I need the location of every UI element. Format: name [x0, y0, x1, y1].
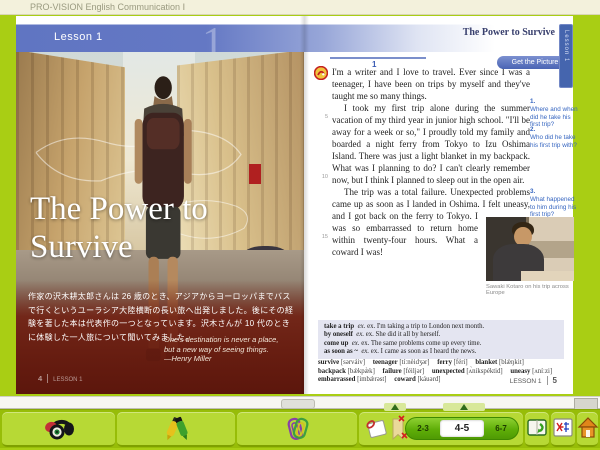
h-scrollbar[interactable]: [0, 396, 600, 409]
margin-question-2: 2. Who did he take his first trip with?: [530, 126, 580, 149]
lesson-title: The Power to Survive: [30, 190, 208, 266]
toolbar-panel-wordlist: [551, 412, 575, 447]
toolbar-panel-paperclips: [237, 412, 357, 447]
toolbar-panel-navigation: 2-3 4-5 6-7: [359, 412, 523, 447]
line-number-5: 5: [318, 114, 328, 120]
epigraph-quote: One's destination is never a place, but …: [164, 335, 278, 364]
expression-3: come up ex. ex. The same problems come u…: [324, 340, 558, 348]
app-title: PRO-VISION English Communication Ⅰ: [30, 2, 185, 12]
app-window: PRO-VISION English Communication Ⅰ Lesso…: [0, 0, 600, 450]
page-fold: [300, 16, 309, 394]
expression-2: by oneself ex. ex. She did it all by her…: [324, 331, 558, 339]
toolbar-panel-highlighters: [117, 412, 235, 447]
right-page-footer: LESSON 15: [510, 376, 557, 385]
page-navigation: 2-3 4-5 6-7: [405, 417, 519, 440]
arrow-up-icon: [460, 404, 468, 410]
left-page-footer: 4LESSON 1: [38, 374, 83, 383]
photo-caption: Sawaki Kotaro on his trip across Europe: [486, 284, 574, 296]
lesson-number-watermark: 1: [202, 24, 224, 52]
memo-note-icon[interactable]: [364, 415, 390, 441]
page-button-current[interactable]: 4-5: [440, 420, 484, 437]
section-divider: [330, 57, 426, 59]
toolbar-panel-home: [577, 412, 598, 447]
audio-play-icon[interactable]: [314, 66, 328, 80]
lesson-side-tab[interactable]: Lesson 1: [559, 24, 573, 88]
toolbar: 2-3 4-5 6-7: [0, 409, 600, 448]
bookmark-arrow-tab[interactable]: [384, 403, 406, 411]
line-number-10: 10: [318, 174, 328, 180]
paperclips-icon[interactable]: [285, 415, 313, 443]
paragraph-2: I took my first trip alone during the su…: [332, 102, 530, 186]
margin-question-3: 3. What happened to him during his first…: [530, 188, 580, 219]
wordlist-dictionary-icon[interactable]: [552, 415, 574, 441]
margin-question-1: 1. Where and when did he take his first …: [530, 98, 580, 129]
highlighter-pens-icon[interactable]: [161, 415, 193, 443]
scrollbar-grip[interactable]: [281, 399, 315, 409]
page-arrow-tab[interactable]: [443, 403, 485, 411]
right-page: Lesson 1 Get the Picture ◀ 1 I'm a write…: [304, 16, 573, 394]
home-icon[interactable]: [577, 415, 599, 441]
toolbar-panel-pagejump: [525, 412, 549, 447]
page-jump-book-icon[interactable]: [526, 415, 548, 441]
left-page-number: 4: [38, 374, 48, 383]
arrow-up-icon: [391, 404, 399, 410]
page-header-title: The Power to Survive: [463, 27, 555, 38]
expressions-box: take a trip ex. ex. I'm taking a trip to…: [318, 320, 564, 359]
paragraph-1: I'm a writer and I love to travel. Ever …: [332, 66, 530, 102]
sawaki-photo: [486, 217, 574, 281]
line-number-15: 15: [318, 234, 328, 240]
lesson-label: Lesson 1: [54, 31, 103, 43]
page-button-next[interactable]: 6-7: [484, 424, 518, 433]
toolbar-panel-audio: [2, 412, 115, 447]
left-page: The Power to Survive 作家の沢木耕太郎さんは 26 歳のとき…: [16, 16, 304, 394]
book-spread: Lesson 1 1 The Power to Survive: [16, 16, 573, 394]
app-titlebar: PRO-VISION English Communication Ⅰ: [0, 0, 600, 15]
expression-4: as soon as ~ ex. ex. I came as soon as I…: [324, 348, 558, 356]
right-page-number: 5: [547, 376, 557, 385]
expression-1: take a trip ex. ex. I'm taking a trip to…: [324, 323, 558, 331]
page-button-prev[interactable]: 2-3: [406, 424, 440, 433]
headphones-audio-icon[interactable]: [42, 415, 76, 443]
